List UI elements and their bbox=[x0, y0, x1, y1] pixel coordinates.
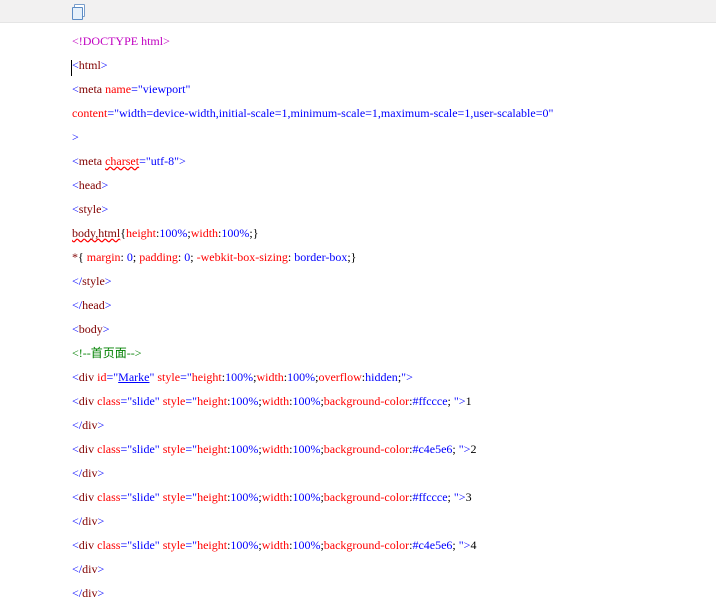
code-line: <!--首页面--> bbox=[72, 346, 142, 360]
code-line: <div id="Marke" style="height:100%;width… bbox=[72, 370, 413, 384]
code-line: <div class="slide" style="height:100%;wi… bbox=[72, 538, 476, 552]
code-line: <div class="slide" style="height:100%;wi… bbox=[72, 490, 472, 504]
code-line: body,html{height:100%;width:100%;} bbox=[72, 226, 258, 240]
code-line: <div class="slide" style="height:100%;wi… bbox=[72, 442, 476, 456]
toolbar bbox=[0, 0, 716, 23]
code-block[interactable]: <!DOCTYPE html> <html> <meta name="viewp… bbox=[0, 23, 716, 611]
code-line: <meta charset="utf-8"> bbox=[72, 154, 186, 168]
code-line: <meta name="viewport" bbox=[72, 82, 190, 96]
code-line: <body> bbox=[72, 322, 110, 336]
code-line: </div> bbox=[72, 514, 104, 528]
code-line: </div> bbox=[72, 562, 104, 576]
code-line: <!DOCTYPE html> bbox=[72, 34, 170, 48]
code-line: <html> bbox=[72, 58, 108, 72]
code-line: </head> bbox=[72, 298, 112, 312]
code-line: <style> bbox=[72, 202, 108, 216]
code-line: <head> bbox=[72, 178, 108, 192]
code-line: </style> bbox=[72, 274, 112, 288]
code-line: > bbox=[72, 130, 79, 144]
code-line: <div class="slide" style="height:100%;wi… bbox=[72, 394, 472, 408]
code-line: </div> bbox=[72, 586, 104, 600]
code-line: *{ margin: 0; padding: 0; -webkit-box-si… bbox=[72, 250, 356, 264]
code-line: content="width=device-width,initial-scal… bbox=[72, 106, 553, 120]
code-line: </div> bbox=[72, 418, 104, 432]
copy-icon[interactable] bbox=[72, 4, 86, 18]
code-line: </div> bbox=[72, 466, 104, 480]
